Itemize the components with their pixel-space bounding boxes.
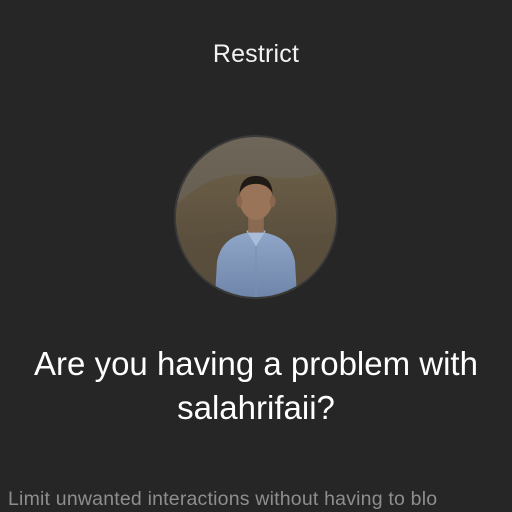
restrict-screen: Restrict Are you having a problem with s…: [0, 0, 512, 512]
question-line-1: Are you having a problem with: [34, 345, 478, 382]
screen-title: Restrict: [212, 40, 300, 68]
avatar-photo-icon: [176, 137, 336, 297]
profile-avatar: [174, 135, 338, 299]
restrict-question: Are you having a problem with salahrifai…: [0, 342, 512, 430]
question-username: salahrifaii?: [177, 389, 335, 426]
restrict-description: Limit unwanted interactions without havi…: [8, 488, 438, 510]
